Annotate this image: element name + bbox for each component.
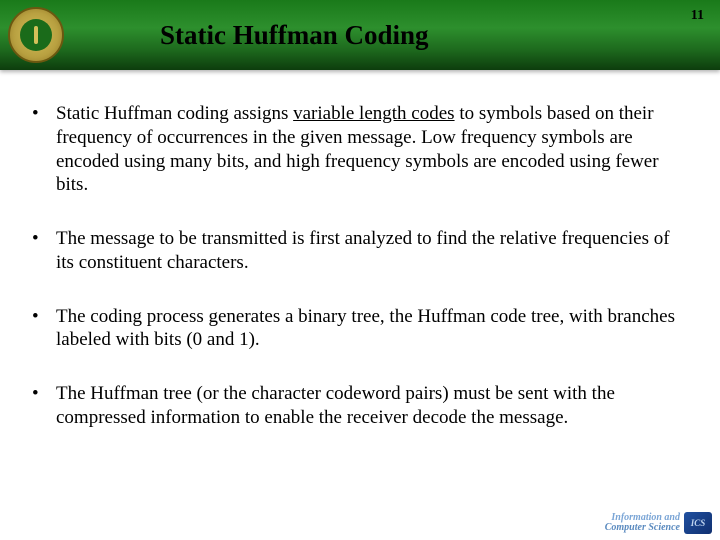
text-keyword: variable length codes [293, 103, 454, 124]
bullet-text: The Huffman tree (or the character codew… [56, 382, 692, 430]
list-item: • The Huffman tree (or the character cod… [28, 382, 692, 430]
logo-inner-circle [20, 19, 52, 51]
slide-content: • Static Huffman coding assigns variable… [0, 70, 720, 472]
logo-outer-ring [8, 7, 64, 63]
bullet-text: The message to be transmitted is first a… [56, 227, 692, 275]
university-logo [8, 7, 64, 63]
list-item: • The message to be transmitted is first… [28, 227, 692, 275]
bullet-icon: • [28, 305, 56, 353]
department-text: Information and Computer Science [605, 513, 680, 533]
bullet-icon: • [28, 227, 56, 275]
text-pre: The coding process generates a binary tr… [56, 306, 675, 351]
slide-title: Static Huffman Coding [160, 20, 429, 51]
bullet-icon: • [28, 102, 56, 197]
dept-line2: Computer Science [605, 523, 680, 533]
page-number: 11 [691, 8, 704, 24]
list-item: • Static Huffman coding assigns variable… [28, 102, 692, 197]
text-pre: The Huffman tree (or the character codew… [56, 383, 615, 428]
text-pre: Static Huffman coding assigns [56, 103, 293, 124]
bullet-list: • Static Huffman coding assigns variable… [28, 102, 692, 430]
bullet-text: The coding process generates a binary tr… [56, 305, 692, 353]
slide-header: Static Huffman Coding 11 [0, 0, 720, 70]
logo-center-mark [34, 26, 38, 44]
department-logo: Information and Computer Science ICS [605, 512, 712, 534]
ics-badge-icon: ICS [684, 512, 712, 534]
list-item: • The coding process generates a binary … [28, 305, 692, 353]
bullet-icon: • [28, 382, 56, 430]
text-pre: The message to be transmitted is first a… [56, 228, 670, 273]
bullet-text: Static Huffman coding assigns variable l… [56, 102, 692, 197]
